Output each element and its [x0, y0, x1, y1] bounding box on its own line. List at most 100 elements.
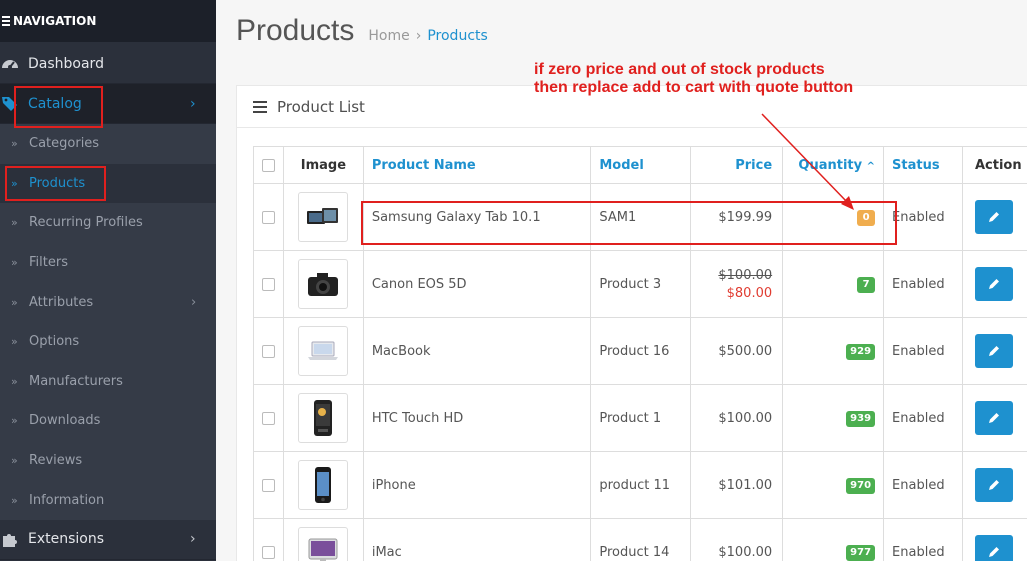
product-thumbnail-phone[interactable] [298, 393, 349, 443]
navigation-header[interactable]: NAVIGATION [0, 0, 216, 42]
sidebar-item-label: Manufacturers [29, 373, 123, 389]
product-thumbnail-imac[interactable] [298, 527, 349, 561]
product-model: product 11 [590, 451, 692, 519]
table-row: Canon EOS 5D Product 3 $100.00 $80.00 7 … [253, 250, 1027, 318]
annotation-box-catalog [14, 86, 103, 128]
row-checkbox[interactable] [261, 545, 275, 559]
sidebar-item-attributes[interactable]: » Attributes › [0, 282, 216, 322]
annotation-line-1: if zero price and out of stock products [534, 61, 825, 78]
sidebar-item-label: Recurring Profiles [29, 215, 143, 231]
quantity-badge: 970 [846, 477, 876, 494]
sidebar: NAVIGATION Dashboard Catalog › » Categor… [0, 0, 216, 561]
sidebar-item-dashboard[interactable]: Dashboard [0, 44, 216, 84]
sidebar-item-label: Dashboard [28, 55, 104, 72]
breadcrumb-home[interactable]: Home [368, 28, 409, 44]
sidebar-item-information[interactable]: » Information [0, 480, 216, 520]
double-chevron-icon: » [11, 374, 18, 388]
sidebar-item-label: Attributes [29, 294, 94, 310]
sidebar-item-label: Reviews [29, 453, 83, 469]
product-model: Product 16 [590, 317, 692, 385]
price-value: $500.00 [718, 343, 773, 359]
sidebar-item-reviews[interactable]: » Reviews [0, 441, 216, 481]
product-name: iPhone [362, 451, 592, 519]
breadcrumb-products[interactable]: Products [427, 28, 487, 44]
product-name: iMac [362, 518, 592, 561]
product-price: $101.00 [690, 451, 784, 519]
row-checkbox[interactable] [261, 478, 275, 492]
sidebar-item-categories[interactable]: » Categories [0, 124, 216, 164]
column-status[interactable]: Status [883, 146, 963, 184]
double-chevron-icon: » [11, 216, 18, 230]
column-price[interactable]: Price [690, 146, 784, 184]
double-chevron-icon: » [11, 493, 18, 507]
quantity-badge: 7 [857, 276, 876, 293]
chevron-right-icon: › [190, 95, 196, 112]
menu-icon [2, 16, 10, 26]
double-chevron-icon: » [11, 454, 18, 468]
table-row: iPhone product 11 $101.00 970 Enabled [253, 451, 1027, 519]
product-name: MacBook [362, 317, 592, 385]
breadcrumb-separator-icon: › [415, 28, 422, 44]
sidebar-item-label: Categories [29, 136, 100, 152]
product-price: $100.00 [690, 518, 784, 561]
product-thumbnail-tablet[interactable] [298, 192, 349, 242]
sidebar-item-label: Filters [29, 255, 68, 271]
page-header: Products Home › Products [236, 14, 488, 48]
product-thumbnail-iphone[interactable] [298, 460, 349, 510]
price-original: $100.00 [718, 267, 773, 283]
pencil-icon [988, 413, 999, 423]
product-status: Enabled [883, 250, 963, 318]
breadcrumb: Home › Products [368, 28, 487, 44]
sidebar-item-manufacturers[interactable]: » Manufacturers [0, 362, 216, 402]
sidebar-item-filters[interactable]: » Filters [0, 243, 216, 283]
sort-caret-up-icon: ^ [866, 160, 876, 172]
product-model: Product 14 [590, 518, 692, 561]
edit-button[interactable] [974, 468, 1013, 502]
product-name: Canon EOS 5D [362, 250, 592, 318]
column-model[interactable]: Model [590, 146, 692, 184]
select-all-checkbox[interactable] [253, 146, 284, 184]
pencil-icon [988, 547, 999, 557]
column-quantity[interactable]: Quantity ^ [782, 146, 885, 184]
row-checkbox[interactable] [261, 210, 275, 224]
sidebar-item-extensions[interactable]: Extensions › [0, 519, 216, 560]
edit-button[interactable] [974, 535, 1013, 561]
row-checkbox[interactable] [261, 277, 275, 291]
edit-button[interactable] [974, 334, 1013, 368]
navigation-header-label: NAVIGATION [13, 14, 97, 28]
table-row: iMac Product 14 $100.00 977 Enabled [253, 518, 1027, 561]
column-action: Action [961, 146, 1027, 184]
product-thumbnail-laptop[interactable] [298, 326, 349, 376]
double-chevron-icon: » [11, 137, 18, 151]
chevron-right-icon: › [190, 531, 196, 548]
double-chevron-icon: » [11, 335, 18, 349]
row-checkbox[interactable] [261, 344, 275, 358]
table-row: MacBook Product 16 $500.00 929 Enabled [253, 317, 1027, 385]
sidebar-item-label: Downloads [29, 413, 101, 429]
puzzle-icon [3, 534, 17, 548]
product-thumbnail-camera[interactable] [298, 259, 349, 309]
pencil-icon [988, 480, 999, 490]
edit-button[interactable] [974, 401, 1013, 435]
column-product-name[interactable]: Product Name [362, 146, 592, 184]
product-model: Product 3 [590, 250, 692, 318]
double-chevron-icon: » [11, 295, 18, 309]
product-price: $500.00 [690, 317, 784, 385]
double-chevron-icon: » [11, 256, 18, 270]
sidebar-item-downloads[interactable]: » Downloads [0, 401, 216, 441]
sidebar-item-label: Options [29, 334, 80, 350]
edit-button[interactable] [974, 267, 1013, 301]
sidebar-item-recurring-profiles[interactable]: » Recurring Profiles [0, 203, 216, 243]
dashboard-icon [2, 59, 18, 69]
row-checkbox[interactable] [261, 411, 275, 425]
price-value: $101.00 [718, 477, 773, 493]
sidebar-item-options[interactable]: » Options [0, 322, 216, 362]
column-image: Image [282, 146, 364, 184]
price-value: $100.00 [718, 410, 773, 426]
table-row: HTC Touch HD Product 1 $100.00 939 Enabl… [253, 384, 1027, 452]
product-name: HTC Touch HD [362, 384, 592, 452]
table-header-row: Image Product Name Model Price Quantity … [253, 146, 1027, 184]
annotation-note: if zero price and out of stock products … [534, 61, 853, 97]
edit-button[interactable] [974, 200, 1013, 234]
product-status: Enabled [883, 384, 963, 452]
